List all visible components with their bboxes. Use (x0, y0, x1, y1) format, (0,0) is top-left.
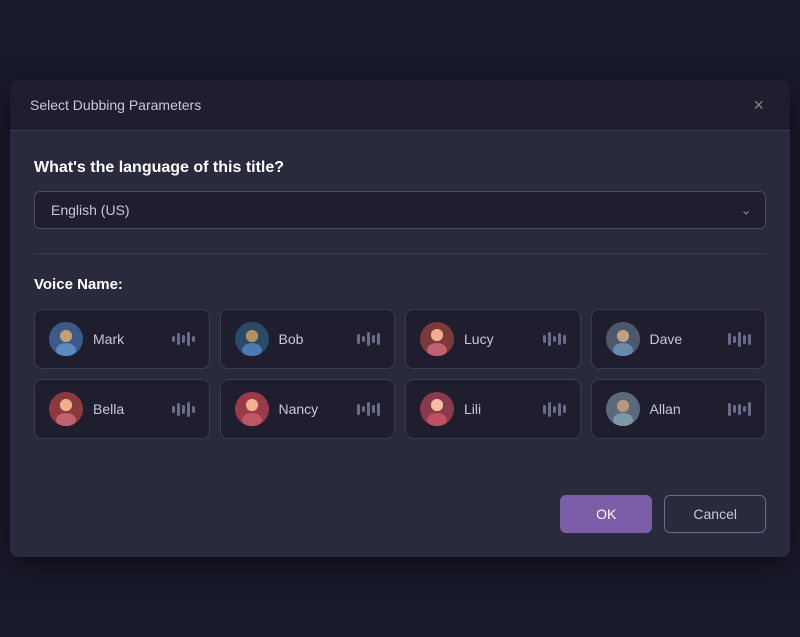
section-divider (34, 253, 766, 254)
select-dubbing-dialog: Select Dubbing Parameters × What's the l… (10, 80, 790, 557)
sound-wave-dave (728, 330, 751, 348)
sound-wave-bella (172, 400, 195, 418)
voice-card-nancy[interactable]: Nancy (220, 379, 396, 439)
close-button[interactable]: × (747, 94, 770, 116)
voice-card-allan[interactable]: Allan (591, 379, 767, 439)
voice-name-allan: Allan (650, 401, 719, 417)
sound-wave-nancy (357, 400, 380, 418)
avatar-mark (49, 322, 83, 356)
voice-card-lucy[interactable]: Lucy (405, 309, 581, 369)
dialog-title: Select Dubbing Parameters (30, 97, 201, 113)
ok-button[interactable]: OK (560, 495, 652, 533)
voice-name-lili: Lili (464, 401, 533, 417)
voice-grid: Mark (34, 309, 766, 439)
dialog-header: Select Dubbing Parameters × (10, 80, 790, 131)
sound-wave-bob (357, 330, 380, 348)
voice-name-bella: Bella (93, 401, 162, 417)
dialog-body: What's the language of this title? Engli… (10, 131, 790, 495)
voice-name-lucy: Lucy (464, 331, 533, 347)
avatar-bob (235, 322, 269, 356)
sound-wave-lucy (543, 330, 566, 348)
avatar-bella (49, 392, 83, 426)
voice-card-bob[interactable]: Bob (220, 309, 396, 369)
voice-name-bob: Bob (279, 331, 348, 347)
sound-wave-lili (543, 400, 566, 418)
dialog-footer: OK Cancel (10, 495, 790, 557)
voice-card-lili[interactable]: Lili (405, 379, 581, 439)
voice-card-bella[interactable]: Bella (34, 379, 210, 439)
sound-wave-mark (172, 330, 195, 348)
sound-wave-allan (728, 400, 751, 418)
language-select[interactable]: English (US) English (UK) Spanish French… (34, 191, 766, 229)
voice-card-mark[interactable]: Mark (34, 309, 210, 369)
voice-name-mark: Mark (93, 331, 162, 347)
avatar-nancy (235, 392, 269, 426)
voice-name-nancy: Nancy (279, 401, 348, 417)
cancel-button[interactable]: Cancel (664, 495, 766, 533)
voice-name-label: Voice Name: (34, 276, 766, 293)
language-select-wrapper: English (US) English (UK) Spanish French… (34, 191, 766, 229)
avatar-allan (606, 392, 640, 426)
avatar-lucy (420, 322, 454, 356)
avatar-lili (420, 392, 454, 426)
language-question: What's the language of this title? (34, 159, 766, 177)
avatar-dave (606, 322, 640, 356)
voice-card-dave[interactable]: Dave (591, 309, 767, 369)
voice-name-dave: Dave (650, 331, 719, 347)
